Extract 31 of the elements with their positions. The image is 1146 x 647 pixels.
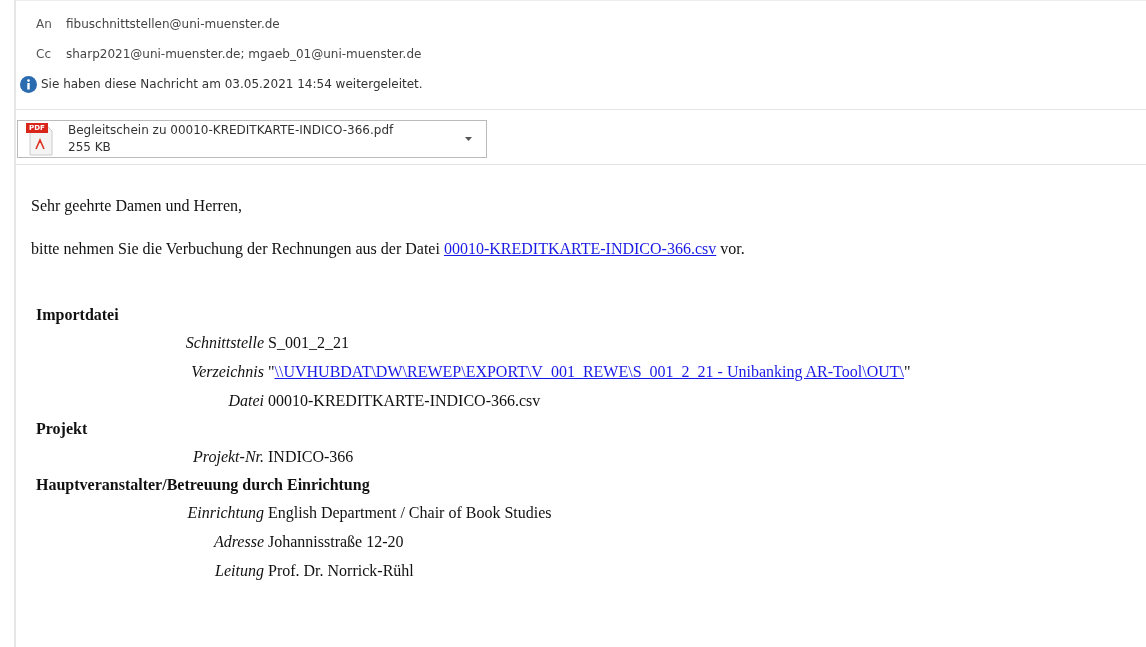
info-icon	[20, 75, 37, 93]
field-label: Leitung	[214, 561, 264, 582]
field-value: S_001_2_21	[268, 334, 349, 351]
cc-value: sharp2021@uni-muenster.de; mgaeb_01@uni-muenster.de	[66, 47, 422, 61]
section-heading: Importdatei	[36, 305, 120, 326]
to-label: An	[36, 17, 53, 31]
section-heading: Hauptveranstalter/Betreuung durch Einrichtung	[36, 475, 371, 496]
body-sentence: bitte nehmen Sie die Verbuchung der Rechnungen aus der Datei 00010-KREDITKARTE-INDICO-366.csv vor.	[31, 239, 746, 260]
greeting-text: Sehr geehrte Damen und Herren,	[31, 196, 244, 217]
field-label: Einrichtung	[186, 503, 264, 524]
field-value: Johannisstraße 12-20	[268, 533, 404, 550]
recipient-value: fibuschnittstellen@uni-muenster.de	[66, 17, 280, 31]
field-value: Prof. Dr. Norrick-Rühl	[268, 562, 414, 579]
field-value: English Department / Chair of Book Studies	[268, 504, 552, 521]
path-link[interactable]: \\UVHUBDAT\DW\REWEP\EXPORT\V_001_REWE\S_001_2_21 - Unibanking AR-Tool\OUT\	[274, 363, 904, 380]
field-value: INDICO-366	[268, 448, 354, 465]
field-value: 00010-KREDITKARTE-INDICO-366.csv	[268, 392, 541, 409]
cc-label: Cc	[36, 47, 52, 61]
caret-icon	[465, 137, 472, 141]
field-value: "	[904, 363, 911, 380]
section-heading: Projekt	[36, 419, 89, 440]
field-value: "	[268, 363, 275, 380]
field-label: Schnittstelle	[184, 333, 264, 353]
file-link[interactable]: 00010-KREDITKARTE-INDICO-366.csv	[443, 240, 717, 257]
field-label: Adresse	[212, 532, 264, 552]
info-message: Sie haben diese Nachricht am 03.05.2021 14:54 weitergeleitet.	[41, 77, 423, 91]
field-label: Projekt-Nr.	[192, 447, 264, 468]
attachment-name: Begleitschein zu 00010-KREDITKARTE-INDICO-366.pdf	[68, 122, 395, 139]
attachment-size: 255 KB	[68, 139, 112, 156]
field-label: Datei	[227, 391, 264, 411]
field-label: Verzeichnis	[190, 362, 264, 382]
